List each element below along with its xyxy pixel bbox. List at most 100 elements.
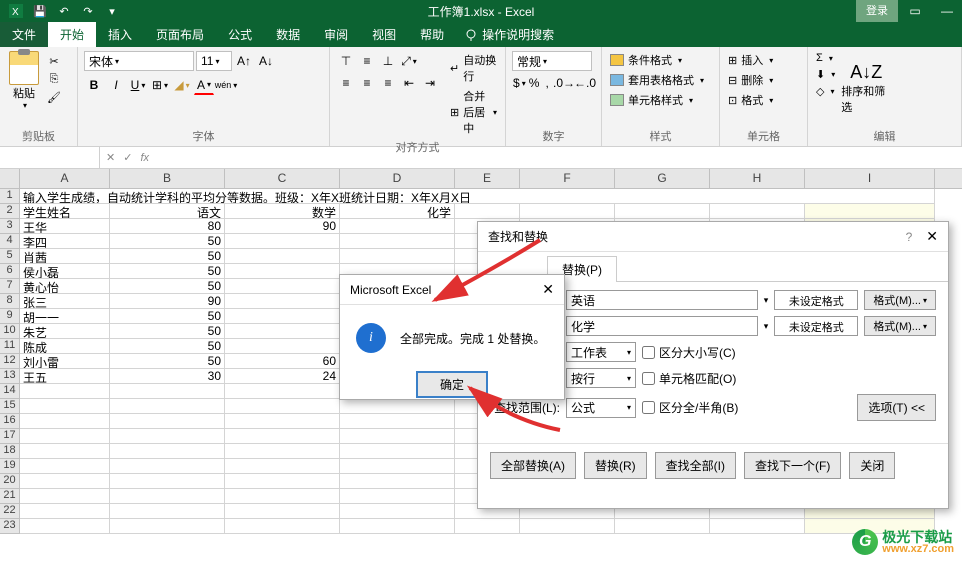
- comma-icon[interactable]: ,: [541, 73, 553, 93]
- cell[interactable]: [20, 459, 110, 474]
- row-header[interactable]: 5: [0, 249, 20, 264]
- whole-checkbox[interactable]: [642, 372, 655, 385]
- cell[interactable]: [110, 414, 225, 429]
- select-all-corner[interactable]: [0, 169, 20, 188]
- cell[interactable]: 90: [110, 294, 225, 309]
- format-painter-icon[interactable]: 🖌: [46, 89, 62, 105]
- cell[interactable]: 50: [110, 234, 225, 249]
- cell[interactable]: [110, 384, 225, 399]
- col-header[interactable]: A: [20, 169, 110, 188]
- name-box[interactable]: [0, 147, 100, 168]
- cell[interactable]: [225, 489, 340, 504]
- cell[interactable]: [20, 429, 110, 444]
- col-header[interactable]: F: [520, 169, 615, 188]
- chevron-down-icon[interactable]: ▾: [764, 295, 769, 306]
- cell[interactable]: [225, 504, 340, 519]
- table-format-button[interactable]: 套用表格格式▾: [608, 71, 713, 89]
- row-header[interactable]: 17: [0, 429, 20, 444]
- cell[interactable]: [110, 489, 225, 504]
- cell[interactable]: [20, 444, 110, 459]
- cell[interactable]: 50: [110, 249, 225, 264]
- cell[interactable]: 王五: [20, 369, 110, 384]
- cell[interactable]: 黄心怡: [20, 279, 110, 294]
- cell[interactable]: 张三: [20, 294, 110, 309]
- lookin-select[interactable]: 公式▾: [566, 398, 636, 418]
- cell[interactable]: [225, 264, 340, 279]
- col-header[interactable]: H: [710, 169, 805, 188]
- col-header[interactable]: B: [110, 169, 225, 188]
- cell[interactable]: [615, 204, 710, 219]
- cell[interactable]: 化学: [340, 204, 455, 219]
- cell[interactable]: 80: [110, 219, 225, 234]
- find-help-icon[interactable]: ?: [906, 230, 913, 244]
- row-header[interactable]: 16: [0, 414, 20, 429]
- menu-data[interactable]: 数据: [264, 22, 312, 47]
- paste-button[interactable]: 粘贴 ▾: [6, 51, 42, 126]
- undo-icon[interactable]: ↶: [54, 2, 74, 20]
- cell[interactable]: [225, 459, 340, 474]
- row-header[interactable]: 2: [0, 204, 20, 219]
- cell[interactable]: 数学: [225, 204, 340, 219]
- tell-me[interactable]: 操作说明搜索: [464, 26, 554, 43]
- cell[interactable]: [340, 234, 455, 249]
- cell[interactable]: [20, 384, 110, 399]
- replace-all-button[interactable]: 全部替换(A): [490, 452, 576, 479]
- cell[interactable]: [340, 489, 455, 504]
- cell[interactable]: [455, 519, 520, 534]
- merge-button[interactable]: ⊞ 合并后居中▾: [448, 87, 499, 137]
- login-button[interactable]: 登录: [856, 0, 898, 22]
- cell[interactable]: 输入学生成绩，自动统计学科的平均分等数据。班级：X年X班统计日期：X年X月X日: [20, 189, 935, 204]
- fx-icon[interactable]: fx: [140, 152, 149, 164]
- cell[interactable]: [455, 204, 520, 219]
- row-header[interactable]: 15: [0, 399, 20, 414]
- ok-button[interactable]: 确定: [416, 371, 488, 398]
- autosum-button[interactable]: Σ▾: [814, 51, 837, 65]
- cell[interactable]: [110, 444, 225, 459]
- fill-color-button[interactable]: ◢▾: [172, 75, 192, 95]
- cell[interactable]: 50: [110, 354, 225, 369]
- cell[interactable]: 肖茜: [20, 249, 110, 264]
- cell-styles-button[interactable]: 单元格样式▾: [608, 91, 713, 109]
- row-header[interactable]: 19: [0, 459, 20, 474]
- cell[interactable]: [20, 504, 110, 519]
- cell[interactable]: [225, 519, 340, 534]
- clear-button[interactable]: ◇▾: [814, 84, 837, 99]
- copy-icon[interactable]: ⎘: [46, 71, 62, 87]
- redo-icon[interactable]: ↷: [78, 2, 98, 20]
- cell[interactable]: 24: [225, 369, 340, 384]
- cell[interactable]: [340, 459, 455, 474]
- delete-cells-button[interactable]: ⊟ 删除▾: [726, 71, 801, 89]
- italic-button[interactable]: I: [106, 75, 126, 95]
- align-left-icon[interactable]: ≡: [336, 73, 356, 93]
- align-bottom-icon[interactable]: ⊥: [378, 51, 398, 71]
- cell[interactable]: 30: [110, 369, 225, 384]
- percent-icon[interactable]: %: [528, 73, 541, 93]
- case-checkbox[interactable]: [642, 346, 655, 359]
- cell[interactable]: [225, 249, 340, 264]
- menu-layout[interactable]: 页面布局: [144, 22, 216, 47]
- cell[interactable]: 90: [225, 219, 340, 234]
- row-header[interactable]: 22: [0, 504, 20, 519]
- row-header[interactable]: 11: [0, 339, 20, 354]
- border-button[interactable]: ⊞▾: [150, 75, 170, 95]
- cell[interactable]: [225, 384, 340, 399]
- chevron-down-icon[interactable]: ▾: [764, 321, 769, 332]
- currency-icon[interactable]: $▾: [512, 73, 527, 93]
- scope-select[interactable]: 工作表▾: [566, 342, 636, 362]
- search-select[interactable]: 按行▾: [566, 368, 636, 388]
- cell[interactable]: [110, 459, 225, 474]
- cell[interactable]: [340, 444, 455, 459]
- insert-cells-button[interactable]: ⊞ 插入▾: [726, 51, 801, 69]
- format-cells-button[interactable]: ⊡ 格式▾: [726, 91, 801, 109]
- cell[interactable]: [20, 519, 110, 534]
- cell[interactable]: 陈成: [20, 339, 110, 354]
- cell[interactable]: [340, 429, 455, 444]
- cell[interactable]: 胡一一: [20, 309, 110, 324]
- row-header[interactable]: 20: [0, 474, 20, 489]
- options-button[interactable]: 选项(T) <<: [857, 394, 936, 421]
- number-format-combo[interactable]: 常规▾: [512, 51, 592, 71]
- row-header[interactable]: 12: [0, 354, 20, 369]
- cut-icon[interactable]: ✂: [46, 53, 62, 69]
- cell[interactable]: 侯小磊: [20, 264, 110, 279]
- row-header[interactable]: 10: [0, 324, 20, 339]
